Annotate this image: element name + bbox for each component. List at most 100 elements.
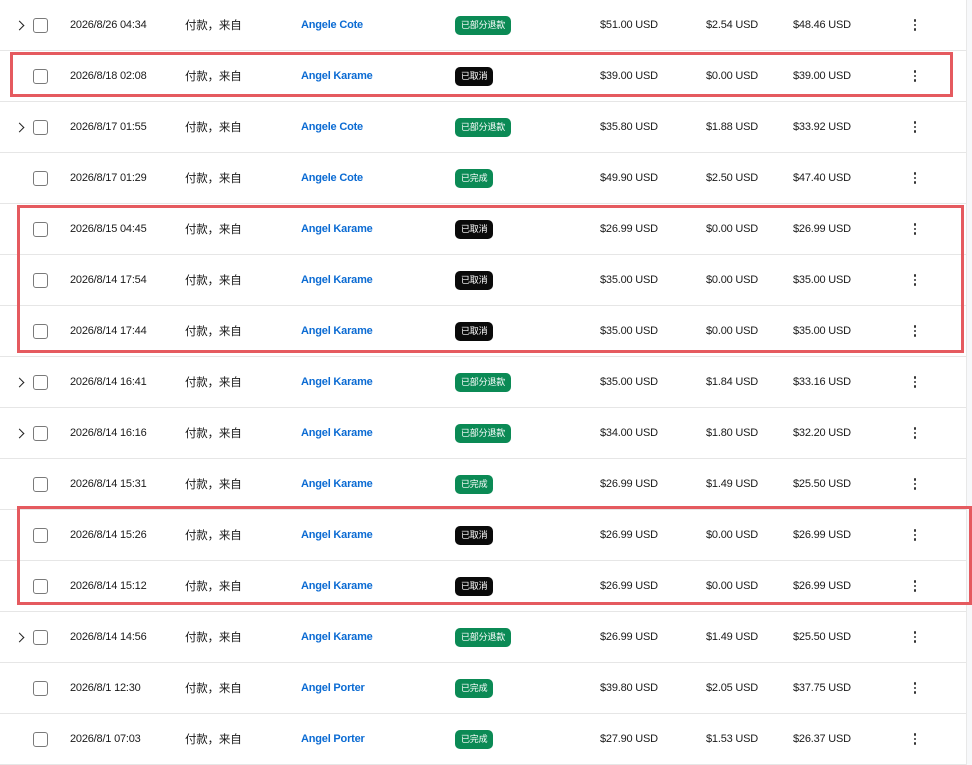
table-row[interactable]: 2026/8/14 15:12 付款，来自 $26.99 USD $0.00 USD $… — [0, 561, 966, 612]
table-row[interactable]: 2026/8/1 12:30 付款，来自 $39.80 USD $2.05 USD $3… — [0, 663, 966, 714]
customer-link[interactable]: Angele Cote — [301, 121, 363, 133]
row-checkbox[interactable] — [33, 221, 48, 237]
row-checkbox[interactable] — [33, 425, 48, 441]
customer-link[interactable]: Angel Karame — [301, 529, 373, 541]
net-amount-cell: $26.99 USD — [793, 510, 851, 560]
customer-link[interactable]: Angel Karame — [301, 427, 373, 439]
fee-amount: $2.54 USD — [706, 19, 759, 31]
gross-amount: $35.00 USD — [600, 325, 658, 337]
table-row[interactable]: 2026/8/14 15:26 付款，来自 $26.99 USD $0.00 USD $… — [0, 510, 966, 561]
transaction-date-cell: 2026/8/14 15:26 — [70, 510, 147, 560]
row-checkbox[interactable] — [33, 17, 48, 33]
row-checkbox[interactable] — [33, 731, 48, 747]
customer-link[interactable]: Angele Cote — [301, 19, 363, 31]
table-row[interactable]: 2026/8/14 14:56 付款，来自 $26.99 USD $1.49 USD $… — [0, 612, 966, 663]
gross-amount: $34.00 USD — [600, 427, 658, 439]
row-actions-button[interactable] — [908, 612, 922, 662]
expand-button[interactable] — [13, 612, 29, 662]
customer-link[interactable]: Angel Karame — [301, 376, 373, 388]
row-checkbox[interactable] — [33, 119, 48, 135]
table-row[interactable]: 2026/8/1 07:03 付款，来自 $27.90 USD $1.53 USD $2… — [0, 714, 966, 765]
table-row[interactable]: 2026/8/14 16:41 付款，来自 $35.00 USD $1.84 USD $… — [0, 357, 966, 408]
expand-button[interactable] — [13, 0, 29, 50]
customer-link[interactable]: Angel Karame — [301, 223, 373, 235]
gross-amount-cell: $39.00 USD — [600, 51, 658, 101]
customer-cell: Angele Cote — [301, 102, 363, 152]
row-actions-button[interactable] — [908, 561, 922, 611]
customer-link[interactable]: Angel Karame — [301, 274, 373, 286]
expand-button[interactable] — [13, 102, 29, 152]
transaction-date: 2026/8/14 15:31 — [70, 478, 147, 490]
table-row[interactable]: 2026/8/14 17:44 付款，来自 $35.00 USD $0.00 USD $… — [0, 306, 966, 357]
row-checkbox[interactable] — [33, 527, 48, 543]
row-actions-button[interactable] — [908, 102, 922, 152]
transaction-type-cell: 付款，来自 — [185, 561, 242, 611]
table-row[interactable]: 2026/8/14 15:31 付款，来自 $26.99 USD $1.49 USD $… — [0, 459, 966, 510]
table-row[interactable]: 2026/8/17 01:29 付款，来自 $49.90 USD $2.50 USD $… — [0, 153, 966, 204]
row-actions-button[interactable] — [908, 51, 922, 101]
gross-amount: $51.00 USD — [600, 19, 658, 31]
row-actions-button[interactable] — [908, 408, 922, 458]
customer-link[interactable]: Angele Cote — [301, 172, 363, 184]
row-checkbox[interactable] — [33, 629, 48, 645]
customer-link[interactable]: Angel Karame — [301, 631, 373, 643]
table-row[interactable]: 2026/8/26 04:34 付款，来自 $51.00 USD $2.54 USD $… — [0, 0, 966, 51]
customer-link[interactable]: Angel Karame — [301, 580, 373, 592]
customer-link[interactable]: Angel Karame — [301, 325, 373, 337]
customer-link[interactable]: Angel Karame — [301, 478, 373, 490]
row-actions-button[interactable] — [908, 357, 922, 407]
fee-amount: $1.49 USD — [706, 631, 759, 643]
row-actions-button[interactable] — [908, 510, 922, 560]
net-amount-cell: $25.50 USD — [793, 459, 851, 509]
status-badge: 已完成 — [455, 168, 494, 188]
transaction-date-cell: 2026/8/1 07:03 — [70, 714, 141, 764]
row-actions-button[interactable] — [908, 459, 922, 509]
row-actions-button[interactable] — [908, 0, 922, 50]
table-row[interactable]: 2026/8/14 16:16 付款，来自 $34.00 USD $1.80 USD $… — [0, 408, 966, 459]
row-checkbox[interactable] — [33, 476, 48, 492]
net-amount: $25.50 USD — [793, 478, 851, 490]
row-checkbox[interactable] — [33, 374, 48, 390]
row-actions-button[interactable] — [908, 153, 922, 203]
gross-amount-cell: $39.80 USD — [600, 663, 658, 713]
row-checkbox[interactable] — [33, 170, 48, 186]
row-checkbox[interactable] — [33, 578, 48, 594]
expand-button[interactable] — [13, 408, 29, 458]
transaction-date: 2026/8/14 15:12 — [70, 580, 147, 592]
customer-link[interactable]: Angel Porter — [301, 682, 365, 694]
table-row[interactable]: 2026/8/15 04:45 付款，来自 $26.99 USD $0.00 USD $… — [0, 204, 966, 255]
transaction-type-cell: 付款，来自 — [185, 255, 242, 305]
more-vertical-icon — [913, 478, 917, 490]
net-amount-cell: $26.99 USD — [793, 204, 851, 254]
row-checkbox-cell — [33, 255, 48, 305]
row-actions-button[interactable] — [908, 255, 922, 305]
gross-amount: $39.80 USD — [600, 682, 658, 694]
more-vertical-icon — [913, 529, 917, 541]
row-checkbox[interactable] — [33, 68, 48, 84]
row-checkbox[interactable] — [33, 323, 48, 339]
row-actions-button[interactable] — [908, 714, 922, 764]
transaction-date-cell: 2026/8/15 04:45 — [70, 204, 147, 254]
table-row[interactable]: 2026/8/18 02:08 付款，来自 $39.00 USD $0.00 USD $… — [0, 51, 966, 102]
status-cell: 已取消 — [455, 561, 494, 611]
transaction-type-cell: 付款，来自 — [185, 714, 242, 764]
row-actions-button[interactable] — [908, 663, 922, 713]
customer-link[interactable]: Angel Karame — [301, 70, 373, 82]
customer-cell: Angel Karame — [301, 510, 373, 560]
row-checkbox[interactable] — [33, 680, 48, 696]
chevron-right-icon — [14, 122, 25, 132]
row-checkbox-cell — [33, 153, 48, 203]
row-checkbox[interactable] — [33, 272, 48, 288]
row-actions-button[interactable] — [908, 306, 922, 356]
chevron-right-icon — [14, 377, 25, 387]
transaction-type: 付款，来自 — [185, 275, 242, 287]
transaction-date-cell: 2026/8/14 17:44 — [70, 306, 147, 356]
row-actions-button[interactable] — [908, 204, 922, 254]
customer-link[interactable]: Angel Porter — [301, 733, 365, 745]
expand-button[interactable] — [13, 357, 29, 407]
transaction-type: 付款，来自 — [185, 20, 242, 32]
customer-cell: Angel Porter — [301, 663, 365, 713]
row-checkbox-cell — [33, 510, 48, 560]
table-row[interactable]: 2026/8/17 01:55 付款，来自 $35.80 USD $1.88 USD $… — [0, 102, 966, 153]
table-row[interactable]: 2026/8/14 17:54 付款，来自 $35.00 USD $0.00 USD $… — [0, 255, 966, 306]
